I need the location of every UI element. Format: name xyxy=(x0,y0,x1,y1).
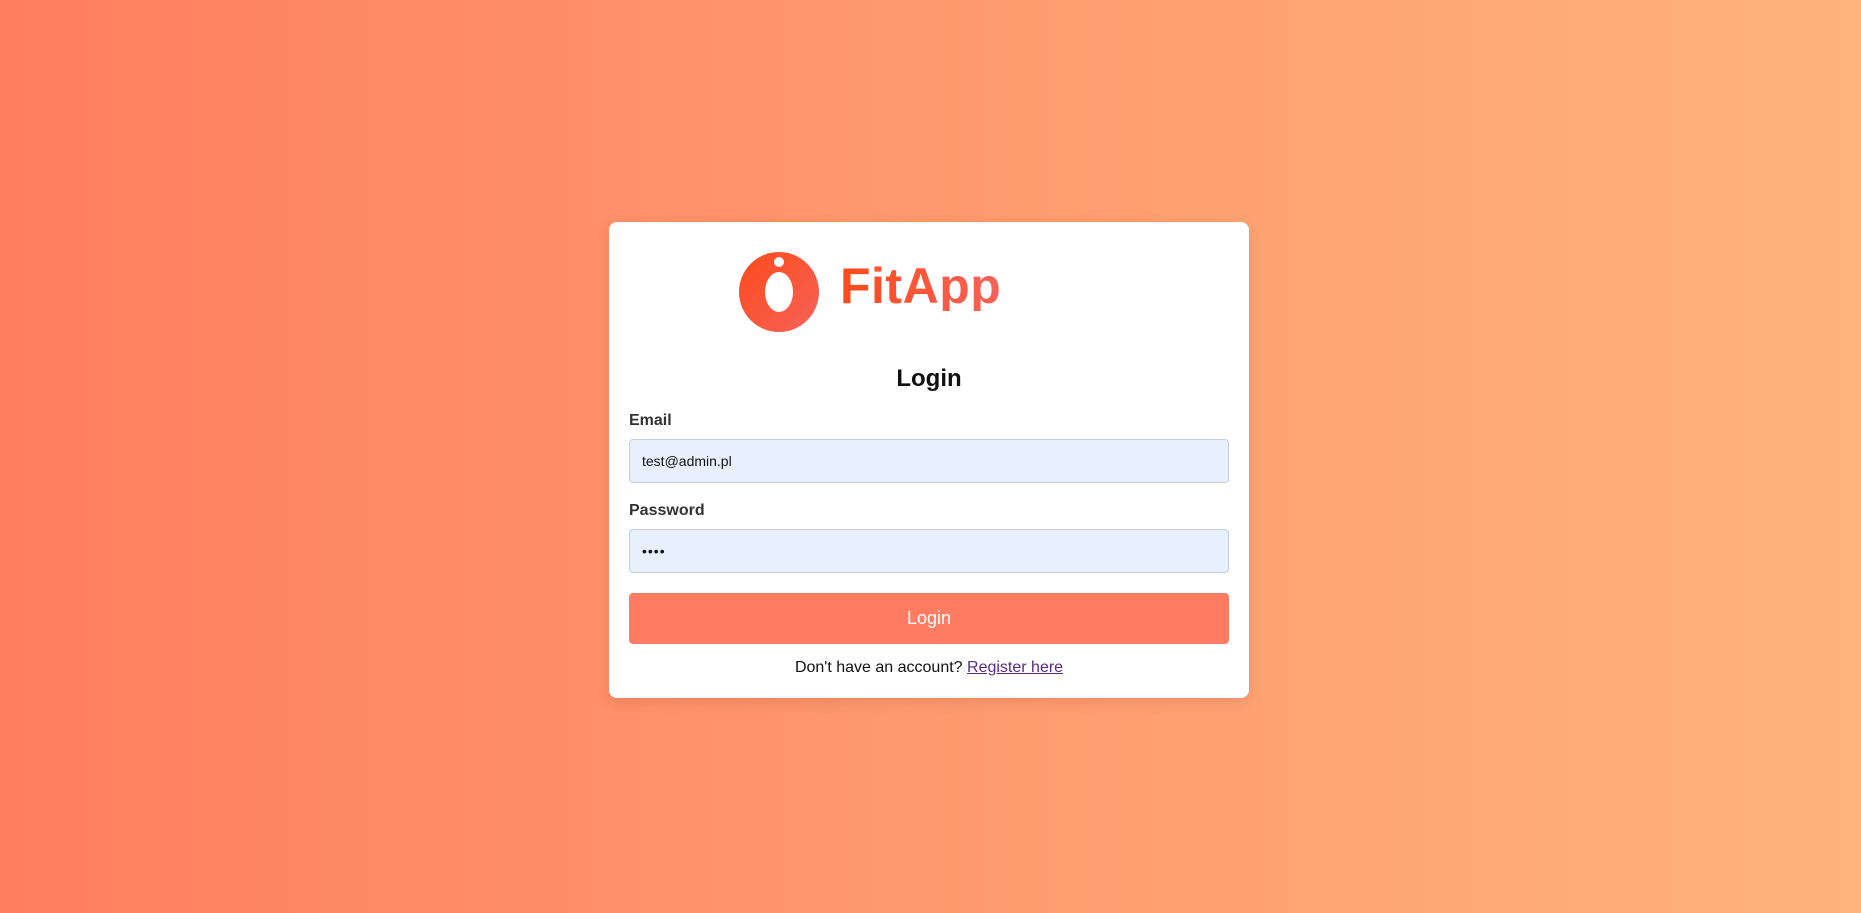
register-prompt: Don't have an account? Register here xyxy=(609,659,1249,677)
email-label: Email xyxy=(629,412,672,429)
brand-header: FitApp xyxy=(738,251,1001,333)
login-button[interactable]: Login xyxy=(629,593,1229,644)
login-card: FitApp Login Email Password Login Don't … xyxy=(609,222,1249,698)
password-field[interactable] xyxy=(629,529,1229,573)
email-field[interactable] xyxy=(629,439,1229,483)
register-link[interactable]: Register here xyxy=(967,659,1063,676)
page-title: Login xyxy=(896,365,962,392)
fitapp-logo-icon xyxy=(739,252,819,332)
app-name: FitApp xyxy=(840,258,1002,314)
register-prompt-text: Don't have an account? xyxy=(794,659,963,676)
password-label: Password xyxy=(629,502,705,519)
